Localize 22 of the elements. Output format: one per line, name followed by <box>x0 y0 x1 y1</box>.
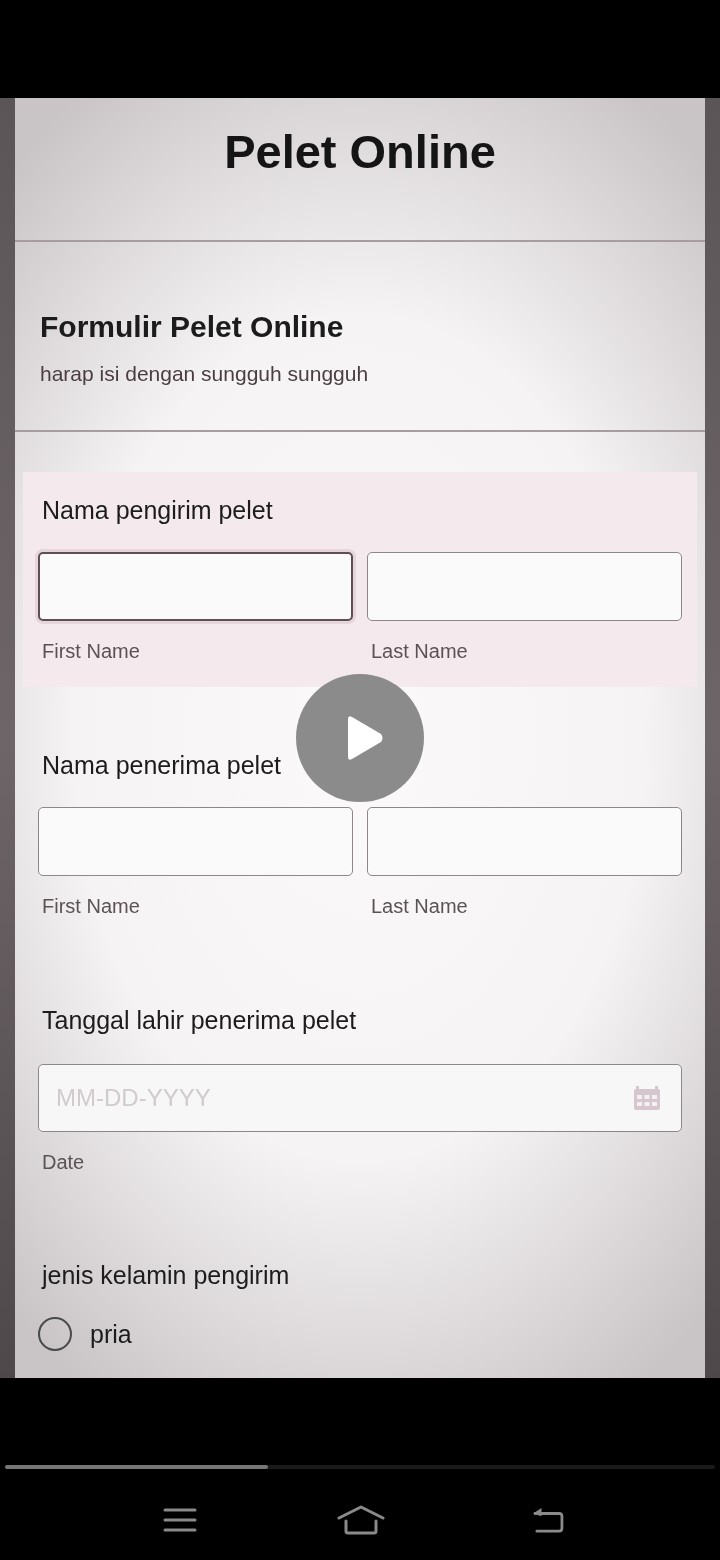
form-title: Formulir Pelet Online <box>40 309 344 345</box>
field-sublabel: First Name <box>41 639 140 663</box>
form-description: harap isi dengan sungguh sungguh <box>40 361 369 387</box>
input-field[interactable] <box>38 807 353 876</box>
radio-label[interactable]: pria <box>90 1319 132 1349</box>
question-label: Nama penerima pelet <box>41 751 281 779</box>
home-icon[interactable] <box>337 1505 385 1535</box>
question-label: jenis kelamin pengirim <box>40 1261 290 1289</box>
field-sublabel: Last Name <box>370 894 468 918</box>
page-title: Pelet Online <box>224 124 496 180</box>
input-field[interactable] <box>367 552 682 621</box>
back-icon[interactable] <box>531 1507 565 1533</box>
field-sublabel: First Name <box>41 894 140 918</box>
input-field[interactable] <box>38 552 353 621</box>
input-field[interactable] <box>367 807 682 876</box>
question-label: Tanggal lahir penerima pelet <box>41 1006 357 1034</box>
menu-icon[interactable] <box>163 1507 197 1533</box>
field-sublabel: Last Name <box>370 639 468 663</box>
field-sublabel: Date <box>41 1150 85 1174</box>
progress-track[interactable] <box>5 1465 715 1469</box>
radio-button[interactable] <box>38 1317 72 1351</box>
question-label: Nama pengirim pelet <box>41 496 273 524</box>
